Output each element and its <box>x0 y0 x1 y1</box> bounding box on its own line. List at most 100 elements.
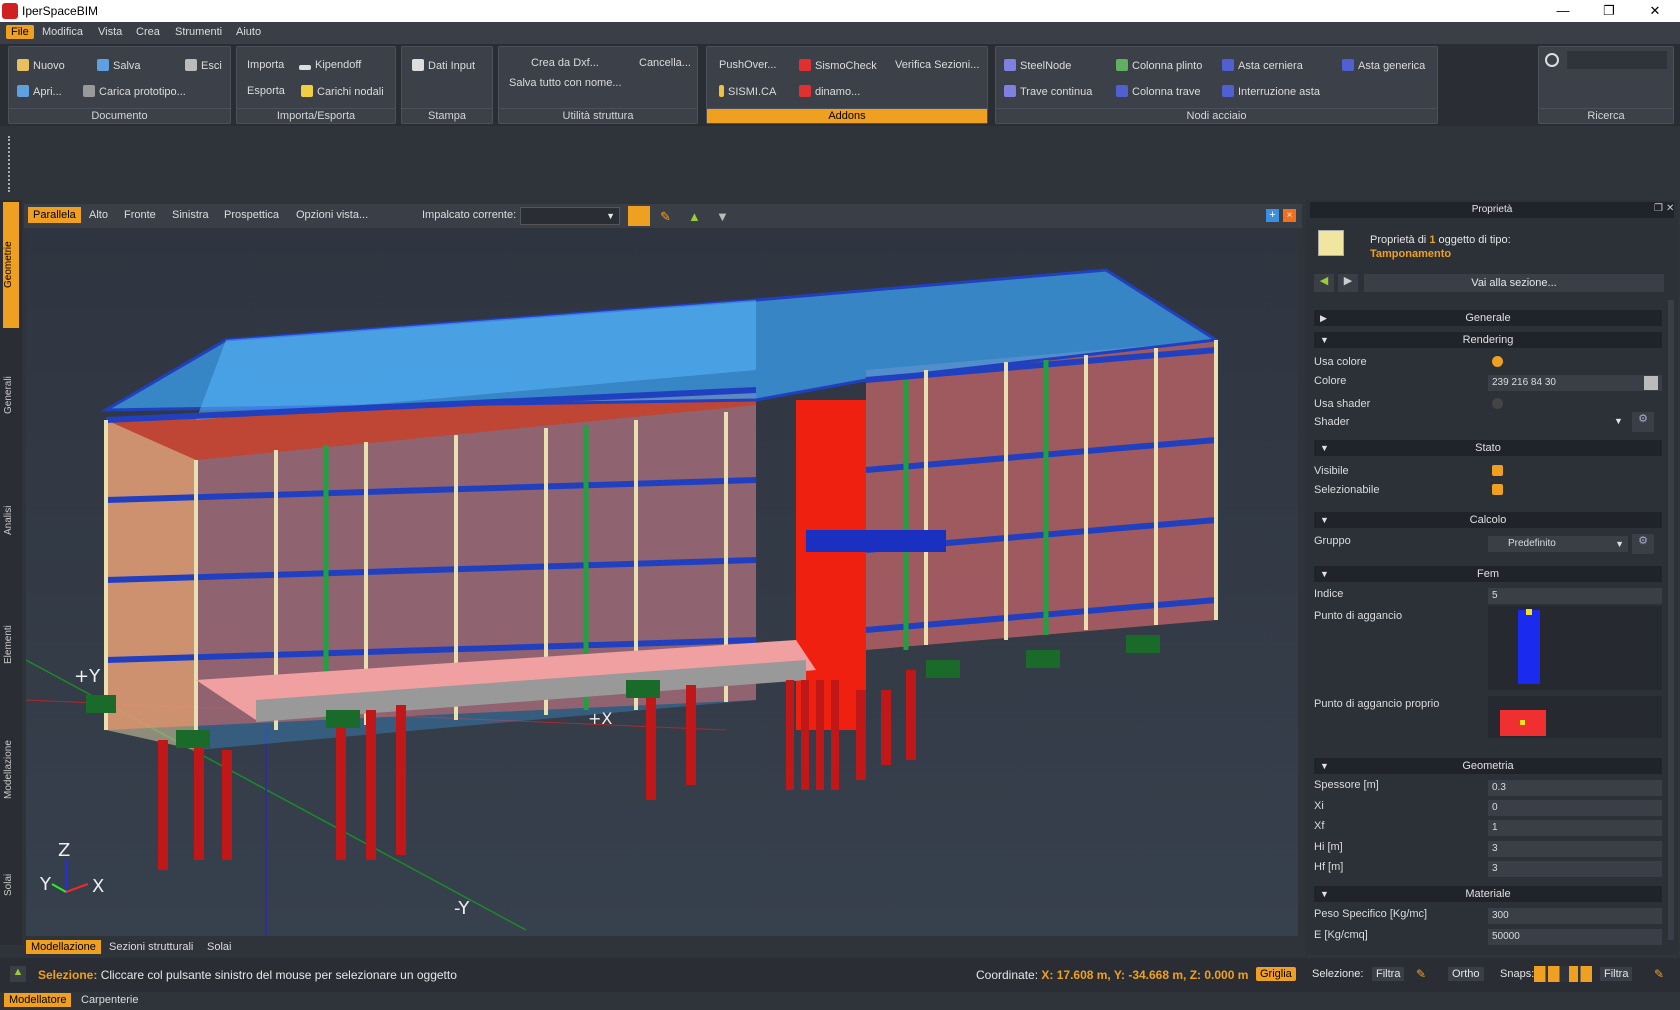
filtra-button[interactable]: Filtra <box>1372 967 1405 981</box>
sismocheck-button[interactable]: SismoCheck <box>799 59 877 72</box>
punto-aggancio-picker[interactable] <box>1488 606 1662 690</box>
menu-strumenti[interactable]: Strumenti <box>175 26 222 38</box>
tab-solai-view[interactable]: Solai <box>202 940 236 954</box>
usa-colore-toggle[interactable] <box>1492 356 1503 367</box>
esci-button[interactable]: Esci <box>185 59 222 72</box>
indice-field[interactable]: 5 <box>1488 588 1662 604</box>
punto-aggancio-proprio-picker[interactable] <box>1488 696 1662 738</box>
wrench-icon[interactable]: ✎ <box>660 209 671 225</box>
tab-solai[interactable]: Solai <box>3 835 19 935</box>
interruzione-asta-button[interactable]: Interruzione asta <box>1222 85 1320 98</box>
filter-wrench-icon[interactable]: ✎ <box>1416 967 1426 981</box>
tab-analisi[interactable]: Analisi <box>3 460 19 580</box>
down-icon[interactable]: ▼ <box>716 209 729 224</box>
vai-alla-sezione-button[interactable]: Vai alla sezione... <box>1364 274 1664 292</box>
view-sinistra[interactable]: Sinistra <box>172 209 209 221</box>
snaps-wrench-icon[interactable]: ✎ <box>1654 967 1664 981</box>
section-generale[interactable]: ▶ Generale <box>1314 310 1662 326</box>
maximize-button[interactable]: ❐ <box>1586 0 1632 22</box>
section-materiale[interactable]: ▼ Materiale <box>1314 886 1662 902</box>
esporta-button[interactable]: Esporta <box>247 85 285 97</box>
kipendoff-button[interactable]: Kipendoff <box>299 59 361 71</box>
verifica-sezioni-button[interactable]: Verifica Sezioni... <box>895 59 979 71</box>
forward-icon[interactable]: ▶ <box>1338 274 1358 292</box>
salva-tutto-button[interactable]: Salva tutto con nome... <box>509 77 622 89</box>
peso-specifico-field[interactable]: 300 <box>1488 908 1662 924</box>
colore-field[interactable]: 239 216 84 30 <box>1488 375 1662 391</box>
shader-settings-icon[interactable]: ⚙ <box>1632 412 1654 432</box>
tab-modellazione[interactable]: Modellazione <box>3 710 19 830</box>
3d-viewport[interactable]: +Y +X -Y Z Y X <box>26 230 1298 936</box>
visibile-checkbox[interactable] <box>1492 465 1503 476</box>
section-rendering[interactable]: ▼ Rendering <box>1314 332 1662 348</box>
impalcato-select[interactable]: ▼ <box>520 207 620 225</box>
tab-carpenterie[interactable]: Carpenterie <box>76 993 143 1007</box>
tab-elementi[interactable]: Elementi <box>3 585 19 705</box>
close-panel-icon[interactable]: ✕ <box>1666 203 1674 214</box>
status-arrow-icon[interactable]: ▲ <box>10 966 26 982</box>
color-swatch-icon[interactable] <box>1644 376 1658 390</box>
asta-cerniera-button[interactable]: Asta cerniera <box>1222 59 1303 72</box>
nuovo-button[interactable]: Nuovo <box>17 59 65 72</box>
view-prospettica[interactable]: Prospettica <box>224 209 279 221</box>
toolbar-grip[interactable] <box>8 136 10 192</box>
sismica-button[interactable]: SISMI.CA <box>719 85 776 98</box>
ortho-toggle[interactable]: Ortho <box>1448 967 1484 981</box>
pushover-button[interactable]: PushOver... <box>719 59 776 71</box>
apri-button[interactable]: Apri... <box>17 85 62 98</box>
dinamo-button[interactable]: dinamo... <box>799 85 860 98</box>
cancella-button[interactable]: Cancella... <box>639 57 691 69</box>
folder-icon[interactable] <box>628 206 650 226</box>
e-field[interactable]: 50000 <box>1488 929 1662 945</box>
snaps-toggles[interactable] <box>1534 966 1592 982</box>
panel-scrollbar[interactable] <box>1668 300 1674 940</box>
tab-geometrie[interactable]: Geometrie <box>3 202 19 328</box>
section-fem[interactable]: ▼ Fem <box>1314 566 1662 582</box>
hi-field[interactable]: 3 <box>1488 841 1662 857</box>
crea-dxf-button[interactable]: Crea da Dxf... <box>531 57 599 69</box>
close-view-icon[interactable]: × <box>1283 209 1296 222</box>
opzioni-vista-button[interactable]: Opzioni vista... <box>296 209 368 221</box>
section-calcolo[interactable]: ▼ Calcolo <box>1314 512 1662 528</box>
importa-button[interactable]: Importa <box>247 59 284 71</box>
spessore-field[interactable]: 0.3 <box>1488 780 1662 796</box>
back-icon[interactable]: ◀ <box>1314 274 1334 292</box>
salva-button[interactable]: Salva <box>97 59 141 72</box>
hf-field[interactable]: 3 <box>1488 861 1662 877</box>
view-parallela[interactable]: Parallela <box>28 207 81 223</box>
filtra-snaps-button[interactable]: Filtra <box>1600 967 1633 981</box>
float-icon[interactable]: ❐ <box>1654 203 1663 214</box>
xi-field[interactable]: 0 <box>1488 800 1662 816</box>
menu-modifica[interactable]: Modifica <box>42 26 83 38</box>
add-view-icon[interactable]: + <box>1266 209 1279 222</box>
carichi-nodali-button[interactable]: Carichi nodali <box>301 85 384 98</box>
search-input[interactable] <box>1567 51 1667 69</box>
shader-dropdown-icon[interactable]: ▼ <box>1614 416 1623 426</box>
trave-continua-button[interactable]: Trave continua <box>1004 85 1092 98</box>
menu-aiuto[interactable]: Aiuto <box>236 26 261 38</box>
gruppo-select[interactable]: Predefinito ▼ <box>1488 536 1628 552</box>
view-fronte[interactable]: Fronte <box>124 209 156 221</box>
usa-shader-toggle[interactable] <box>1492 398 1503 409</box>
section-geometria[interactable]: ▼ Geometria <box>1314 758 1662 774</box>
menu-file[interactable]: File <box>6 25 34 39</box>
colonna-trave-button[interactable]: Colonna trave <box>1116 85 1201 98</box>
tab-generali[interactable]: Generali <box>3 335 19 455</box>
close-button[interactable]: ✕ <box>1632 0 1678 22</box>
menu-vista[interactable]: Vista <box>98 26 122 38</box>
xf-field[interactable]: 1 <box>1488 820 1662 836</box>
tab-modellatore[interactable]: Modellatore <box>4 993 72 1007</box>
asta-generica-button[interactable]: Asta generica <box>1342 59 1425 72</box>
carica-prototipo-button[interactable]: Carica prototipo... <box>83 85 186 98</box>
section-stato[interactable]: ▼ Stato <box>1314 440 1662 456</box>
menu-crea[interactable]: Crea <box>136 26 160 38</box>
dati-input-button[interactable]: Dati Input <box>412 59 475 72</box>
gruppo-settings-icon[interactable]: ⚙ <box>1632 534 1654 554</box>
tab-modellazione-view[interactable]: Modellazione <box>26 940 101 954</box>
view-alto[interactable]: Alto <box>89 209 108 221</box>
selezionabile-checkbox[interactable] <box>1492 484 1503 495</box>
griglia-toggle[interactable]: Griglia <box>1256 967 1296 981</box>
up-icon[interactable]: ▲ <box>688 209 701 224</box>
tab-sezioni-strutturali[interactable]: Sezioni strutturali <box>104 940 198 954</box>
colonna-plinto-button[interactable]: Colonna plinto <box>1116 59 1202 72</box>
